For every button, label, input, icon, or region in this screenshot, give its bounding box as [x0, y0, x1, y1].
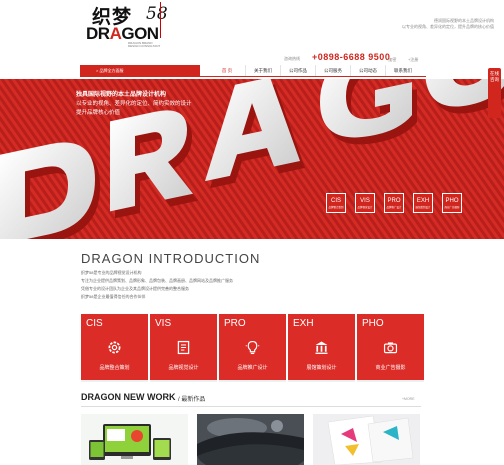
banner-line: 以专业的视角、差异化的定位、简约实效的设计: [76, 101, 192, 107]
service-label: 品牌推广设计: [386, 206, 402, 209]
pagination-dot[interactable]: [465, 242, 468, 245]
card-shadow: [219, 380, 286, 382]
card-code: PHO: [362, 318, 384, 329]
card-shadow: [357, 380, 424, 382]
new-work-subtitle: / 最新作品: [178, 397, 206, 403]
pagination-dot[interactable]: [460, 242, 463, 245]
nav-item-contact[interactable]: 联系我们: [385, 65, 420, 76]
pagination-dot[interactable]: [445, 242, 448, 245]
nav-service-label[interactable]: > 品牌全方面服: [80, 65, 200, 76]
card-label: 品牌视觉设计: [168, 365, 199, 371]
nav-item-news[interactable]: 公司动态: [350, 65, 385, 76]
card-code: CIS: [86, 318, 103, 329]
card-shadow: [288, 380, 355, 382]
service-card-cis[interactable]: CIS 品牌整合策划: [81, 314, 148, 380]
card-label: 展馆策划设计: [306, 365, 337, 371]
banner-service-pho[interactable]: PHO 商业广告摄影: [442, 193, 462, 213]
intro-line: 织梦58是专业的品牌视觉设计机构: [81, 270, 142, 275]
gear-icon: [108, 341, 121, 354]
work-thumbnail[interactable]: [313, 414, 420, 465]
service-card-pro[interactable]: PRO 品牌推广设计: [219, 314, 286, 380]
phone-label: 咨询热线: [284, 56, 300, 61]
logo-divider: [160, 2, 161, 38]
work-image: [81, 414, 188, 465]
service-code: CIS: [330, 198, 341, 204]
service-code: EXH: [416, 198, 430, 204]
card-label: 品牌整合策划: [99, 365, 130, 371]
card-code: EXH: [293, 318, 314, 329]
intro-line: 织梦58是企业最值得信任的合作伙伴: [81, 294, 146, 299]
service-card-exh[interactable]: EXH 展馆策划设计: [288, 314, 355, 380]
phone-number: +0898-6688 9500: [312, 52, 391, 62]
work-thumbnail[interactable]: [197, 414, 304, 465]
service-card-vis[interactable]: VIS 品牌视觉设计: [150, 314, 217, 380]
service-label: 商业广告摄影: [444, 206, 460, 209]
banner-service-cis[interactable]: CIS 品牌整合策划: [326, 193, 346, 213]
banner-line: 提升品牌核心价值: [76, 110, 121, 116]
work-image: [197, 414, 304, 465]
banner-service-pro[interactable]: PRO 品牌推广设计: [384, 193, 404, 213]
camera-icon: [383, 342, 398, 354]
pagination-dot[interactable]: [440, 242, 443, 245]
logo-en-part1: DR: [86, 24, 110, 43]
header-intro: 德润国际视野的本土品牌设计机构 以专业的视角、差异化的定位，提升品牌的核心价值: [334, 18, 494, 30]
work-thumbnail[interactable]: [81, 414, 188, 465]
logo-subtitle: DRAGON BRAND DESIGN CONSULTANT: [128, 41, 161, 48]
banner-service-vis[interactable]: VIS 品牌视觉设计: [355, 193, 375, 213]
card-label: 品牌推广设计: [237, 365, 268, 371]
card-code: PRO: [224, 318, 246, 329]
nav-item-services[interactable]: 公司服务: [315, 65, 350, 76]
banner-service-exh[interactable]: EXH 展馆策划设计: [413, 193, 433, 213]
intro-line: 凭借专业的设计团队为企业及其品牌设计提供完善的整合服务: [81, 286, 189, 291]
banner-pagination: [440, 232, 475, 250]
service-label: 展馆策划设计: [415, 206, 431, 209]
service-code: VIS: [360, 198, 370, 204]
login-link[interactable]: +加密: [386, 57, 396, 63]
service-card-pho[interactable]: PHO 商业广告摄影: [357, 314, 424, 380]
building-icon: [315, 341, 328, 354]
section-divider: [81, 406, 421, 407]
service-code: PRO: [387, 198, 401, 204]
nav-item-home[interactable]: 首 页: [210, 65, 244, 76]
book-icon: [177, 340, 190, 355]
register-link[interactable]: +注册: [408, 57, 418, 63]
logo-en-accent: A: [109, 24, 122, 43]
nav-item-about[interactable]: 关于我们: [245, 65, 280, 76]
card-shadow: [81, 380, 148, 382]
card-label: 商业广告摄影: [375, 365, 406, 371]
new-work-title: DRAGON NEW WORK: [81, 392, 176, 402]
work-image: [313, 414, 420, 465]
pagination-dot[interactable]: [455, 242, 458, 245]
pagination-dot[interactable]: [450, 242, 453, 245]
nav-item-works[interactable]: 公司作品: [280, 65, 315, 76]
service-label: 品牌整合策划: [328, 206, 344, 209]
service-code: PHO: [445, 198, 459, 204]
lightbulb-icon: [245, 340, 260, 355]
card-shadow: [150, 380, 217, 382]
pagination-dot[interactable]: [470, 242, 473, 245]
logo-number[interactable]: 58: [146, 4, 168, 24]
card-code: VIS: [155, 318, 172, 329]
intro-title: DRAGON INTRODUCTION: [81, 251, 261, 266]
more-link[interactable]: +MORE: [402, 397, 415, 401]
online-consult-tab[interactable]: 在线咨询: [488, 68, 501, 118]
intro-line: 专注为企业提供品牌策划、品牌形象、品牌包装、品牌画册、品牌网站及品牌推广服务: [81, 278, 233, 283]
header-intro-line: 以专业的视角、差异化的定位，提升品牌的核心价值: [402, 24, 494, 29]
banner-title: 独具国际视野的本土品牌设计机构: [76, 92, 167, 98]
service-label: 品牌视觉设计: [357, 206, 373, 209]
